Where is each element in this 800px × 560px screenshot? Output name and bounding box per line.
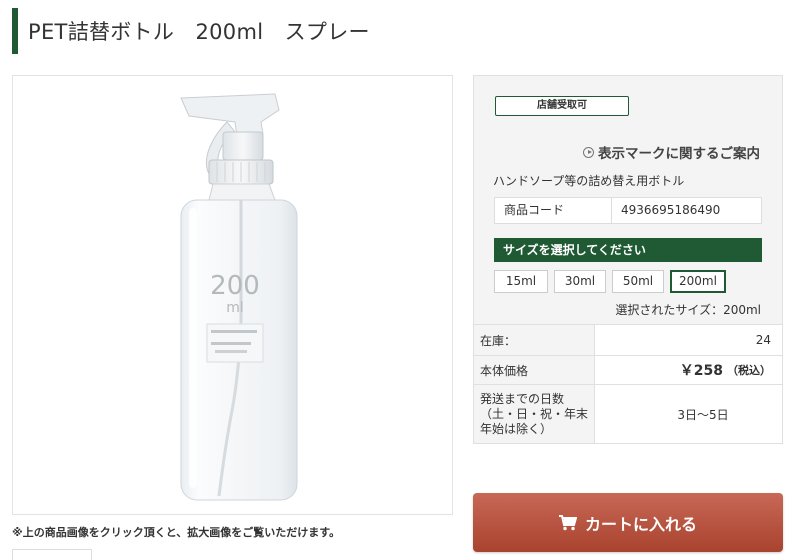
play-circle-icon (583, 146, 594, 158)
spray-bottle-image: 200 ml (180, 93, 298, 501)
size-option-50ml[interactable]: 50ml (612, 270, 664, 293)
cart-icon (558, 514, 577, 530)
price-tax-note: （税込） (727, 364, 771, 377)
selected-size-text: 選択されたサイズ：200ml (615, 303, 761, 317)
shipping-row: 発送までの日数（土・日・祝・年末年始は除く） 3日〜5日 (474, 385, 782, 443)
price-value-cell: ￥258 （税込） (595, 356, 782, 384)
page-title-bar: PET詰替ボトル 200ml スプレー (12, 8, 788, 54)
price-row: 本体価格 ￥258 （税込） (474, 356, 782, 385)
mark-guide-label: 表示マークに関するご案内 (598, 146, 760, 162)
bottle-size-print: 200 (210, 271, 260, 301)
price-label: 本体価格 (474, 356, 595, 384)
bottle-unit-print: ml (226, 300, 244, 316)
mark-guide-link[interactable]: 表示マークに関するご案内 (583, 142, 760, 162)
product-info-panel: 店舗受取可 表示マークに関するご案内 ハンドソープ等の詰め替え用ボトル 商品コー… (473, 75, 783, 324)
stock-price-table: 在庫： 24 本体価格 ￥258 （税込） 発送までの日数（土・日・祝・年末年始… (473, 324, 783, 444)
add-to-cart-button[interactable]: カートに入れる (473, 493, 783, 552)
stock-value: 24 (755, 333, 771, 347)
product-description: ハンドソープ等の詰め替え用ボトル (493, 174, 685, 188)
product-code-table: 商品コード 4936695186490 (494, 197, 762, 224)
add-to-cart-label: カートに入れる (584, 514, 697, 534)
thumbnail[interactable] (12, 549, 92, 560)
page-title: PET詰替ボトル 200ml スプレー (28, 20, 370, 44)
product-code-value: 4936695186490 (621, 203, 721, 217)
shipping-label: 発送までの日数（土・日・祝・年末年始は除く） (474, 385, 595, 443)
size-select-header: サイズを選択してください (494, 238, 762, 262)
title-accent-bar (12, 8, 18, 54)
store-pickup-badge: 店舗受取可 (495, 96, 629, 116)
size-option-15ml[interactable]: 15ml (494, 270, 548, 293)
size-option-200ml[interactable]: 200ml (670, 270, 726, 293)
image-zoom-note: ※上の商品画像をクリック頂くと、拡大画像をご覧いただけます。 (12, 526, 341, 539)
product-image[interactable]: 200 ml (12, 75, 453, 515)
size-option-30ml[interactable]: 30ml (554, 270, 606, 293)
shipping-value: 3日〜5日 (677, 407, 729, 422)
price-value: ￥258 (679, 363, 723, 379)
stock-label: 在庫： (474, 325, 595, 355)
product-code-label: 商品コード (495, 198, 612, 223)
stock-row: 在庫： 24 (474, 325, 782, 356)
